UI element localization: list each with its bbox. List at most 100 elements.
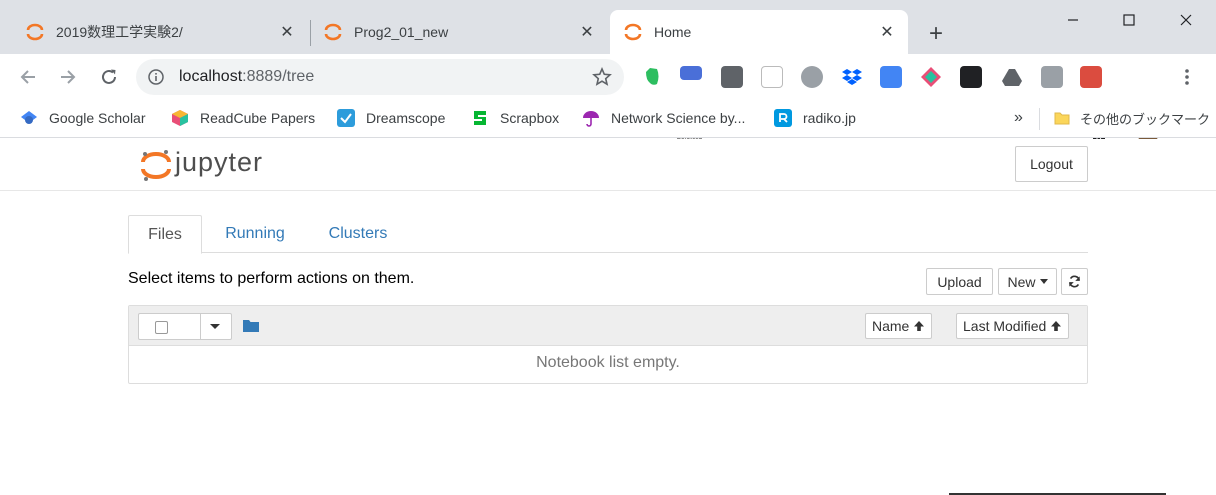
folder-icon[interactable] [243, 319, 259, 332]
select-all-checkbox[interactable] [155, 321, 168, 334]
browser-tab-strip: 2019数理工学実験2/ ✕ Prog2_01_new ✕ Home ✕ + [0, 0, 1216, 54]
selection-hint: Select items to perform actions on them. [128, 270, 415, 287]
bookmarks-bar: Google Scholar ReadCube Papers Dreamscop… [0, 100, 1216, 138]
terminal-extension-icon[interactable] [721, 66, 743, 88]
readcube-icon [172, 110, 188, 126]
tab-title: 2019数理工学実験2/ [56, 24, 183, 40]
empty-list-message: Notebook list empty. [536, 354, 680, 371]
arrow-up-icon [914, 321, 925, 331]
close-tab-icon[interactable]: ✕ [578, 23, 596, 41]
browser-tab-2[interactable]: Prog2_01_new ✕ [298, 10, 608, 54]
arrow-up-icon [1051, 321, 1062, 331]
minimize-icon [1068, 19, 1078, 21]
folder-icon [1054, 112, 1070, 125]
tab-clusters[interactable]: Clusters [314, 215, 402, 253]
dropbox-icon[interactable] [841, 66, 863, 88]
reload-icon [102, 69, 116, 84]
sort-name-label: Name [872, 318, 910, 334]
jupyter-logo-icon [141, 150, 171, 181]
back-arrow-icon [20, 70, 35, 84]
bookmark-label: Google Scholar [49, 110, 146, 126]
close-icon [1180, 14, 1192, 26]
refresh-button[interactable] [1061, 268, 1088, 295]
wt-extension-icon[interactable] [960, 66, 982, 88]
notebook-list-header: Name Last Modified [129, 306, 1087, 346]
link-extension-icon[interactable] [801, 66, 823, 88]
sort-name-button[interactable]: Name [865, 313, 933, 339]
radiko-icon [774, 109, 792, 127]
scrapbox-icon [474, 111, 486, 125]
stack-extension-icon[interactable] [1041, 66, 1063, 88]
umbrella-icon [583, 111, 599, 127]
bookmark-label: radiko.jp [803, 110, 856, 126]
timer-extension-icon[interactable] [680, 66, 702, 80]
browser-tab-1[interactable]: 2019数理工学実験2/ ✕ [0, 10, 308, 54]
new-dropdown-button[interactable]: New [998, 268, 1057, 295]
bookmark-divider [1039, 108, 1040, 130]
bookmark-dreamscope[interactable]: Dreamscope [337, 108, 445, 128]
jupyter-page: jupyter Logout Files Running Clusters Se… [0, 139, 1216, 495]
todoist-icon[interactable] [1080, 66, 1102, 88]
close-tab-icon[interactable]: ✕ [278, 23, 296, 41]
bookmark-label: ReadCube Papers [200, 110, 316, 126]
tab-title: Prog2_01_new [354, 24, 449, 40]
info-icon[interactable] [148, 69, 164, 85]
maximize-button[interactable] [1100, 0, 1158, 40]
tab-title: Home [654, 24, 692, 40]
tab-files[interactable]: Files [128, 215, 202, 254]
bookmark-label: Dreamscope [366, 110, 446, 126]
pocket-icon[interactable] [761, 66, 783, 88]
jupyter-favicon-icon [324, 23, 342, 41]
translate-icon[interactable] [880, 66, 902, 88]
scholar-icon [21, 111, 37, 124]
drive-icon[interactable] [1001, 66, 1023, 88]
url-text[interactable]: localhost:8889/tree [179, 68, 314, 86]
bookmark-label: Network Science by... [611, 110, 746, 126]
bookmarks-overflow-button[interactable]: » [1014, 108, 1023, 128]
menu-button[interactable] [1174, 64, 1200, 90]
sort-last-modified-button[interactable]: Last Modified [956, 313, 1070, 339]
dreamscope-icon [337, 109, 355, 127]
sort-modified-label: Last Modified [963, 318, 1047, 334]
bookmark-radiko[interactable]: radiko.jp [774, 108, 856, 128]
notebook-list: Name Last Modified Notebook list empty. [128, 305, 1088, 384]
bookmark-google-scholar[interactable]: Google Scholar [20, 108, 146, 128]
other-bookmarks-folder[interactable]: その他のブックマーク [1053, 108, 1210, 128]
evernote-icon[interactable] [641, 66, 663, 88]
jupyter-favicon-icon [624, 23, 642, 41]
jupyter-favicon-icon [26, 23, 44, 41]
other-bookmarks-label: その他のブックマーク [1080, 111, 1211, 127]
bookmark-readcube[interactable]: ReadCube Papers [171, 108, 315, 128]
url-path: :8889/tree [242, 68, 315, 85]
address-bar[interactable]: localhost:8889/tree [136, 59, 624, 95]
bookmark-star-icon[interactable] [592, 67, 612, 87]
url-host: localhost [179, 68, 243, 85]
bookmark-label: Scrapbox [500, 110, 560, 126]
caret-down-icon [1039, 279, 1048, 284]
jupyter-wordmark: jupyter [175, 147, 264, 177]
bookmark-scrapbox[interactable]: Scrapbox [471, 108, 559, 128]
minimize-button[interactable] [1044, 0, 1102, 40]
caret-down-icon[interactable] [210, 324, 220, 329]
browser-toolbar: localhost:8889/tree 38m 8 [0, 54, 1216, 144]
bookmark-network-science[interactable]: Network Science by... [582, 108, 745, 128]
maximize-icon [1123, 14, 1135, 26]
jupyter-logo[interactable]: jupyter [139, 147, 279, 182]
select-all-dropdown[interactable] [138, 313, 232, 340]
tab-running[interactable]: Running [212, 215, 298, 253]
forward-button[interactable] [55, 64, 81, 90]
reload-button[interactable] [96, 64, 122, 90]
kebab-menu-icon [1185, 69, 1189, 85]
close-window-button[interactable] [1157, 0, 1215, 40]
refresh-icon [1069, 275, 1080, 288]
logout-button[interactable]: Logout [1015, 146, 1088, 182]
select-divider [200, 314, 201, 339]
jupyter-tabs: Files Running Clusters [128, 215, 1088, 254]
close-tab-icon[interactable]: ✕ [878, 23, 896, 41]
back-button[interactable] [15, 64, 41, 90]
colorful-extension-icon[interactable] [920, 66, 942, 88]
upload-button[interactable]: Upload [926, 268, 993, 295]
forward-arrow-icon [61, 70, 76, 84]
browser-tab-3[interactable]: Home ✕ [610, 10, 908, 54]
new-tab-button[interactable]: + [922, 20, 950, 48]
